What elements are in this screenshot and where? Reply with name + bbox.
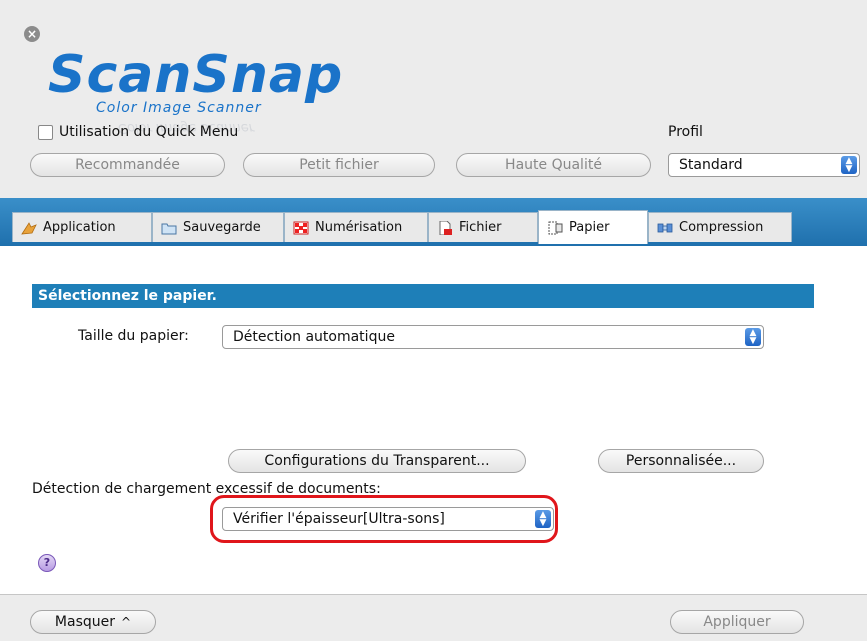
scansnap-logo: ScanSnap Color Image Scanner Color Image…	[48, 44, 388, 135]
tab-fichier[interactable]: Fichier	[428, 212, 538, 242]
tab-label: Sauvegarde	[183, 220, 261, 235]
close-icon[interactable]: ×	[24, 26, 40, 42]
hide-button-label: Masquer	[54, 614, 116, 630]
paper-size-selected-value: Détection automatique	[233, 329, 395, 345]
profile-selected-value: Standard	[679, 157, 743, 173]
paper-size-select[interactable]: Détection automatique ▲ ▼	[222, 325, 764, 349]
logo-title: ScanSnap	[48, 45, 344, 105]
file-icon	[439, 220, 452, 235]
chevron-up-icon: ^	[121, 615, 132, 629]
custom-size-button[interactable]: Personnalisée...	[598, 449, 764, 473]
logo-subtitle: Color Image Scanner	[96, 100, 262, 116]
tab-papier[interactable]: Papier	[538, 210, 648, 244]
profile-label: Profil	[668, 124, 703, 140]
small-file-button[interactable]: Petit fichier	[243, 153, 435, 177]
quick-menu-label: Utilisation du Quick Menu	[59, 124, 239, 140]
papier-panel: Sélectionnez le papier. Taille du papier…	[0, 246, 867, 594]
tab-label: Papier	[569, 220, 610, 235]
highlight-annotation	[210, 495, 558, 543]
hide-button[interactable]: Masquer ^	[30, 610, 156, 634]
select-arrows-icon: ▲ ▼	[745, 328, 761, 346]
quick-menu-option[interactable]: Utilisation du Quick Menu	[38, 124, 238, 140]
paper-icon	[548, 221, 563, 234]
quick-menu-checkbox[interactable]	[38, 124, 53, 140]
tab-bar: Application Sauvegarde Numérisation Fich…	[0, 198, 867, 246]
transparent-settings-button[interactable]: Configurations du Transparent...	[228, 449, 526, 473]
tab-label: Compression	[679, 220, 764, 235]
section-header: Sélectionnez le papier.	[32, 284, 814, 308]
tab-application[interactable]: Application	[12, 212, 152, 242]
tab-label: Numérisation	[315, 220, 403, 235]
scansnap-settings-window: × ScanSnap Color Image Scanner Color Ima…	[0, 0, 867, 641]
tab-label: Fichier	[459, 220, 502, 235]
application-icon	[21, 221, 37, 234]
apply-button[interactable]: Appliquer	[670, 610, 804, 634]
high-quality-button[interactable]: Haute Qualité	[456, 153, 651, 177]
help-icon[interactable]: ?	[38, 554, 56, 572]
tab-label: Application	[43, 220, 116, 235]
tab-sauvegarde[interactable]: Sauvegarde	[152, 212, 284, 242]
recommended-button[interactable]: Recommandée	[30, 153, 225, 177]
folder-icon	[161, 223, 177, 234]
paper-size-label: Taille du papier:	[78, 328, 189, 344]
tab-numerisation[interactable]: Numérisation	[284, 212, 428, 242]
select-arrows-icon: ▲ ▼	[841, 156, 857, 174]
tab-compression[interactable]: Compression	[648, 212, 792, 242]
compression-icon	[657, 223, 673, 232]
profile-select[interactable]: Standard ▲ ▼	[668, 153, 860, 177]
scan-icon	[293, 221, 309, 234]
footer-bar: Masquer ^ Appliquer	[0, 594, 867, 641]
